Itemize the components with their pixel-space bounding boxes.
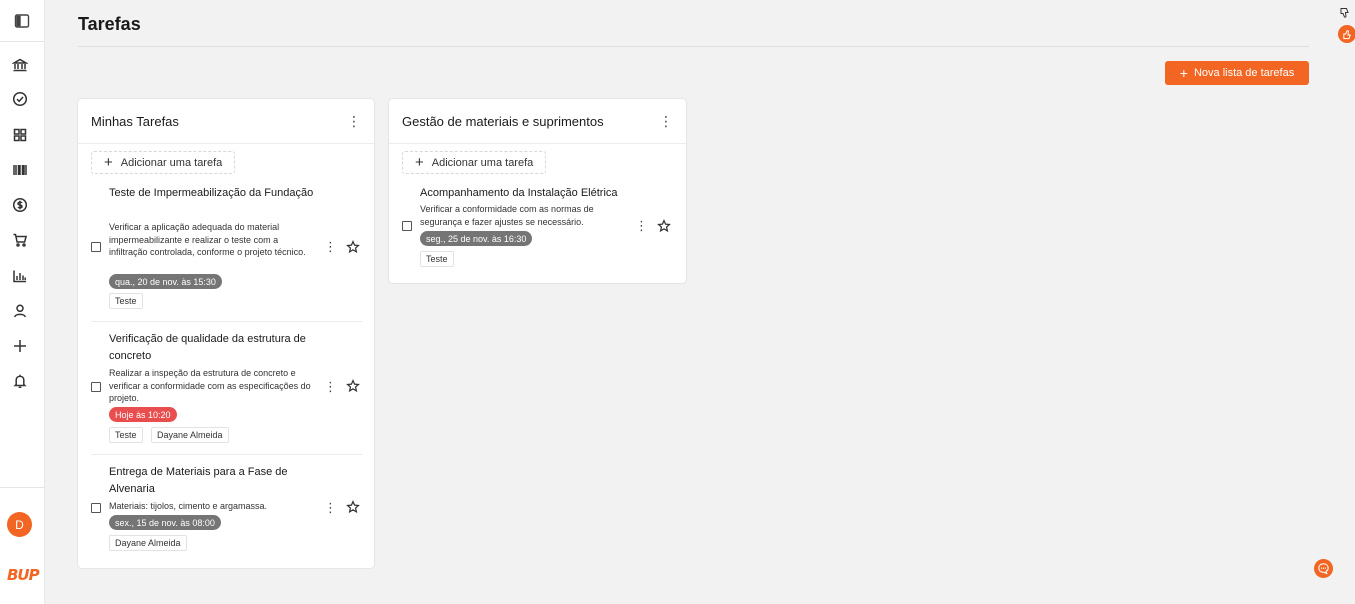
task-assignee-tag: Dayane Almeida	[151, 427, 229, 443]
add-task-label: Adicionar uma tarefa	[431, 156, 534, 169]
task-description: Realizar a inspeção da estrutura de conc…	[109, 368, 311, 403]
task-due-date-badge: sex., 15 de nov. às 08:00	[109, 515, 221, 530]
star-icon[interactable]	[346, 500, 360, 514]
star-icon[interactable]	[346, 240, 360, 254]
task-tag: Teste	[109, 427, 143, 443]
task-list-card: Minhas Tarefas ⋮ + Adicionar uma tarefa …	[77, 98, 375, 569]
bar-chart-icon[interactable]	[10, 266, 30, 286]
task-description: Verificar a aplicação adequada do materi…	[109, 222, 306, 257]
task-list-title: Minhas Tarefas	[91, 113, 179, 129]
task-tag: Teste	[109, 293, 143, 309]
plus-icon: +	[1179, 65, 1188, 81]
star-icon[interactable]	[657, 219, 671, 233]
task-checkbox[interactable]	[91, 382, 101, 392]
user-icon[interactable]	[10, 301, 30, 321]
chat-support-icon[interactable]	[1314, 559, 1333, 578]
barcode-icon[interactable]	[10, 160, 30, 180]
task-divider	[91, 454, 363, 455]
task-list-header: Gestão de materiais e suprimentos ⋮	[389, 99, 686, 144]
task-title: Entrega de Materiais para a Fase de Alve…	[109, 466, 288, 495]
thumbs-up-icon[interactable]	[1338, 25, 1355, 43]
star-icon[interactable]	[346, 379, 360, 393]
task-list-title: Gestão de materiais e suprimentos	[402, 113, 604, 129]
add-task-button[interactable]: + Adicionar uma tarefa	[402, 151, 547, 174]
add-task-button[interactable]: + Adicionar uma tarefa	[91, 151, 236, 174]
task-menu-icon[interactable]: ⋮	[324, 240, 337, 253]
panel-toggle-icon[interactable]	[14, 13, 30, 29]
task-checkbox[interactable]	[91, 242, 101, 252]
task-assignee-tag: Dayane Almeida	[109, 535, 187, 551]
task-title: Acompanhamento da Instalação Elétrica	[420, 187, 618, 199]
task-menu-icon[interactable]: ⋮	[635, 219, 648, 232]
grid-icon[interactable]	[10, 125, 30, 145]
sidebar-divider	[0, 487, 45, 488]
sidebar: D BUP	[0, 0, 45, 604]
bank-icon[interactable]	[10, 55, 30, 75]
brand-logo[interactable]: BUP	[7, 566, 40, 584]
task-description: Verificar a conformidade com as normas d…	[420, 204, 594, 227]
list-menu-icon[interactable]: ⋮	[659, 114, 673, 128]
sidebar-header	[0, 0, 44, 42]
task-due-date-badge: qua., 20 de nov. às 15:30	[109, 274, 222, 289]
task-tag: Teste	[420, 251, 454, 267]
new-list-label: Nova lista de tarefas	[1193, 67, 1295, 79]
task-checkbox[interactable]	[91, 503, 101, 513]
thumbs-down-icon[interactable]	[1339, 6, 1351, 18]
title-divider	[78, 46, 1309, 47]
page-title: Tarefas	[78, 14, 141, 34]
dollar-circle-icon[interactable]	[10, 195, 30, 215]
list-menu-icon[interactable]: ⋮	[347, 114, 361, 128]
task-divider	[91, 321, 363, 322]
check-circle-icon[interactable]	[10, 89, 30, 109]
plus-icon[interactable]	[10, 336, 30, 356]
task-title: Verificação de qualidade da estrutura de…	[109, 333, 306, 362]
task-menu-icon[interactable]: ⋮	[324, 380, 337, 393]
task-list-header: Minhas Tarefas ⋮	[78, 99, 374, 144]
task-checkbox[interactable]	[402, 221, 412, 231]
new-list-button[interactable]: + Nova lista de tarefas	[1165, 61, 1309, 85]
task-due-date-badge: Hoje às 10:20	[109, 407, 177, 422]
add-task-label: Adicionar uma tarefa	[120, 156, 223, 169]
task-menu-icon[interactable]: ⋮	[324, 501, 337, 514]
cart-icon[interactable]	[10, 230, 30, 250]
avatar[interactable]: D	[7, 512, 32, 537]
task-title: Teste de Impermeabilização da Fundação	[109, 187, 314, 199]
plus-icon: +	[415, 154, 424, 171]
task-list-card: Gestão de materiais e suprimentos ⋮ + Ad…	[388, 98, 687, 284]
bell-icon[interactable]	[10, 371, 30, 391]
task-description: Materiais: tijolos, cimento e argamassa.	[109, 501, 268, 511]
plus-icon: +	[104, 154, 113, 171]
task-due-date-badge: seg., 25 de nov. às 16:30	[420, 231, 533, 246]
